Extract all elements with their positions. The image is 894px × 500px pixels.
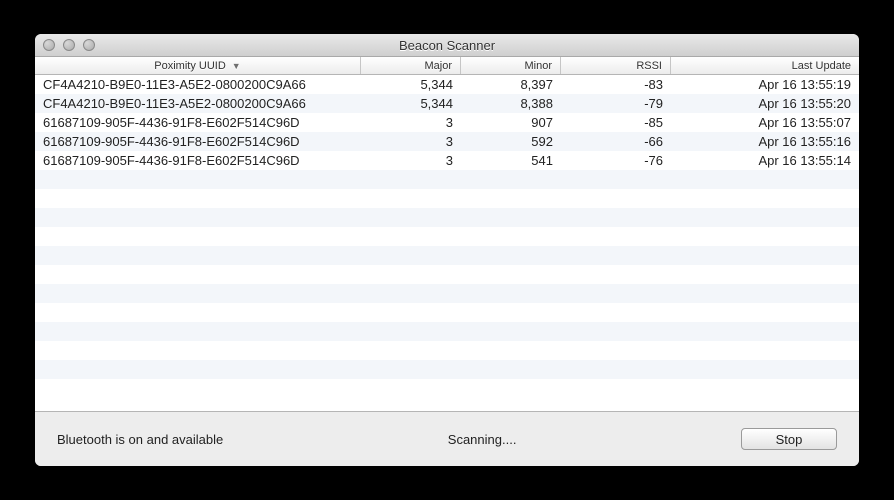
column-minor-label: Minor <box>524 60 552 72</box>
table-row[interactable] <box>35 170 859 189</box>
cell-rssi: -76 <box>561 153 671 168</box>
column-uuid[interactable]: Poximity UUID ▼ <box>35 57 361 74</box>
cell-uuid: 61687109-905F-4436-91F8-E602F514C96D <box>35 115 361 130</box>
cell-major: 3 <box>361 134 461 149</box>
table-row[interactable]: 61687109-905F-4436-91F8-E602F514C96D3541… <box>35 151 859 170</box>
cell-minor: 8,388 <box>461 96 561 111</box>
cell-major: 3 <box>361 153 461 168</box>
table-row[interactable] <box>35 322 859 341</box>
cell-last-update: Apr 16 13:55:14 <box>671 153 859 168</box>
stop-button[interactable]: Stop <box>741 428 837 450</box>
table-row[interactable]: 61687109-905F-4436-91F8-E602F514C96D3592… <box>35 132 859 151</box>
table-row[interactable] <box>35 360 859 379</box>
column-major-label: Major <box>424 60 452 72</box>
cell-rssi: -85 <box>561 115 671 130</box>
table-row[interactable] <box>35 189 859 208</box>
zoom-icon[interactable] <box>83 39 95 51</box>
column-major[interactable]: Major <box>361 57 461 74</box>
cell-rssi: -79 <box>561 96 671 111</box>
table-header: Poximity UUID ▼ Major Minor RSSI Last Up… <box>35 57 859 75</box>
cell-rssi: -66 <box>561 134 671 149</box>
cell-minor: 592 <box>461 134 561 149</box>
table-row[interactable] <box>35 265 859 284</box>
cell-minor: 541 <box>461 153 561 168</box>
cell-uuid: CF4A4210-B9E0-11E3-A5E2-0800200C9A66 <box>35 77 361 92</box>
table-row[interactable] <box>35 303 859 322</box>
cell-uuid: 61687109-905F-4436-91F8-E602F514C96D <box>35 134 361 149</box>
close-icon[interactable] <box>43 39 55 51</box>
column-uuid-label: Poximity UUID <box>154 60 226 72</box>
column-last-label: Last Update <box>792 60 851 72</box>
column-last-update[interactable]: Last Update <box>671 57 859 74</box>
status-bar: Bluetooth is on and available Scanning..… <box>35 412 859 466</box>
column-rssi[interactable]: RSSI <box>561 57 671 74</box>
column-rssi-label: RSSI <box>636 60 662 72</box>
table-row[interactable] <box>35 227 859 246</box>
bluetooth-status: Bluetooth is on and available <box>57 432 223 447</box>
titlebar[interactable]: Beacon Scanner <box>35 34 859 57</box>
table-row[interactable] <box>35 341 859 360</box>
table-row[interactable]: CF4A4210-B9E0-11E3-A5E2-0800200C9A665,34… <box>35 75 859 94</box>
sort-descending-icon: ▼ <box>232 61 241 71</box>
cell-last-update: Apr 16 13:55:16 <box>671 134 859 149</box>
table-row[interactable] <box>35 284 859 303</box>
minimize-icon[interactable] <box>63 39 75 51</box>
cell-major: 5,344 <box>361 77 461 92</box>
cell-major: 3 <box>361 115 461 130</box>
cell-last-update: Apr 16 13:55:19 <box>671 77 859 92</box>
table-body[interactable]: CF4A4210-B9E0-11E3-A5E2-0800200C9A665,34… <box>35 75 859 411</box>
app-window: Beacon Scanner Poximity UUID ▼ Major Min… <box>35 34 859 466</box>
cell-rssi: -83 <box>561 77 671 92</box>
cell-major: 5,344 <box>361 96 461 111</box>
cell-last-update: Apr 16 13:55:07 <box>671 115 859 130</box>
cell-minor: 907 <box>461 115 561 130</box>
cell-last-update: Apr 16 13:55:20 <box>671 96 859 111</box>
table-row[interactable] <box>35 379 859 398</box>
column-minor[interactable]: Minor <box>461 57 561 74</box>
cell-uuid: CF4A4210-B9E0-11E3-A5E2-0800200C9A66 <box>35 96 361 111</box>
cell-uuid: 61687109-905F-4436-91F8-E602F514C96D <box>35 153 361 168</box>
table-row[interactable]: 61687109-905F-4436-91F8-E602F514C96D3907… <box>35 113 859 132</box>
table-row[interactable] <box>35 208 859 227</box>
cell-minor: 8,397 <box>461 77 561 92</box>
window-title: Beacon Scanner <box>35 38 859 53</box>
table-row[interactable] <box>35 246 859 265</box>
scanning-status: Scanning.... <box>223 432 741 447</box>
table-row[interactable]: CF4A4210-B9E0-11E3-A5E2-0800200C9A665,34… <box>35 94 859 113</box>
